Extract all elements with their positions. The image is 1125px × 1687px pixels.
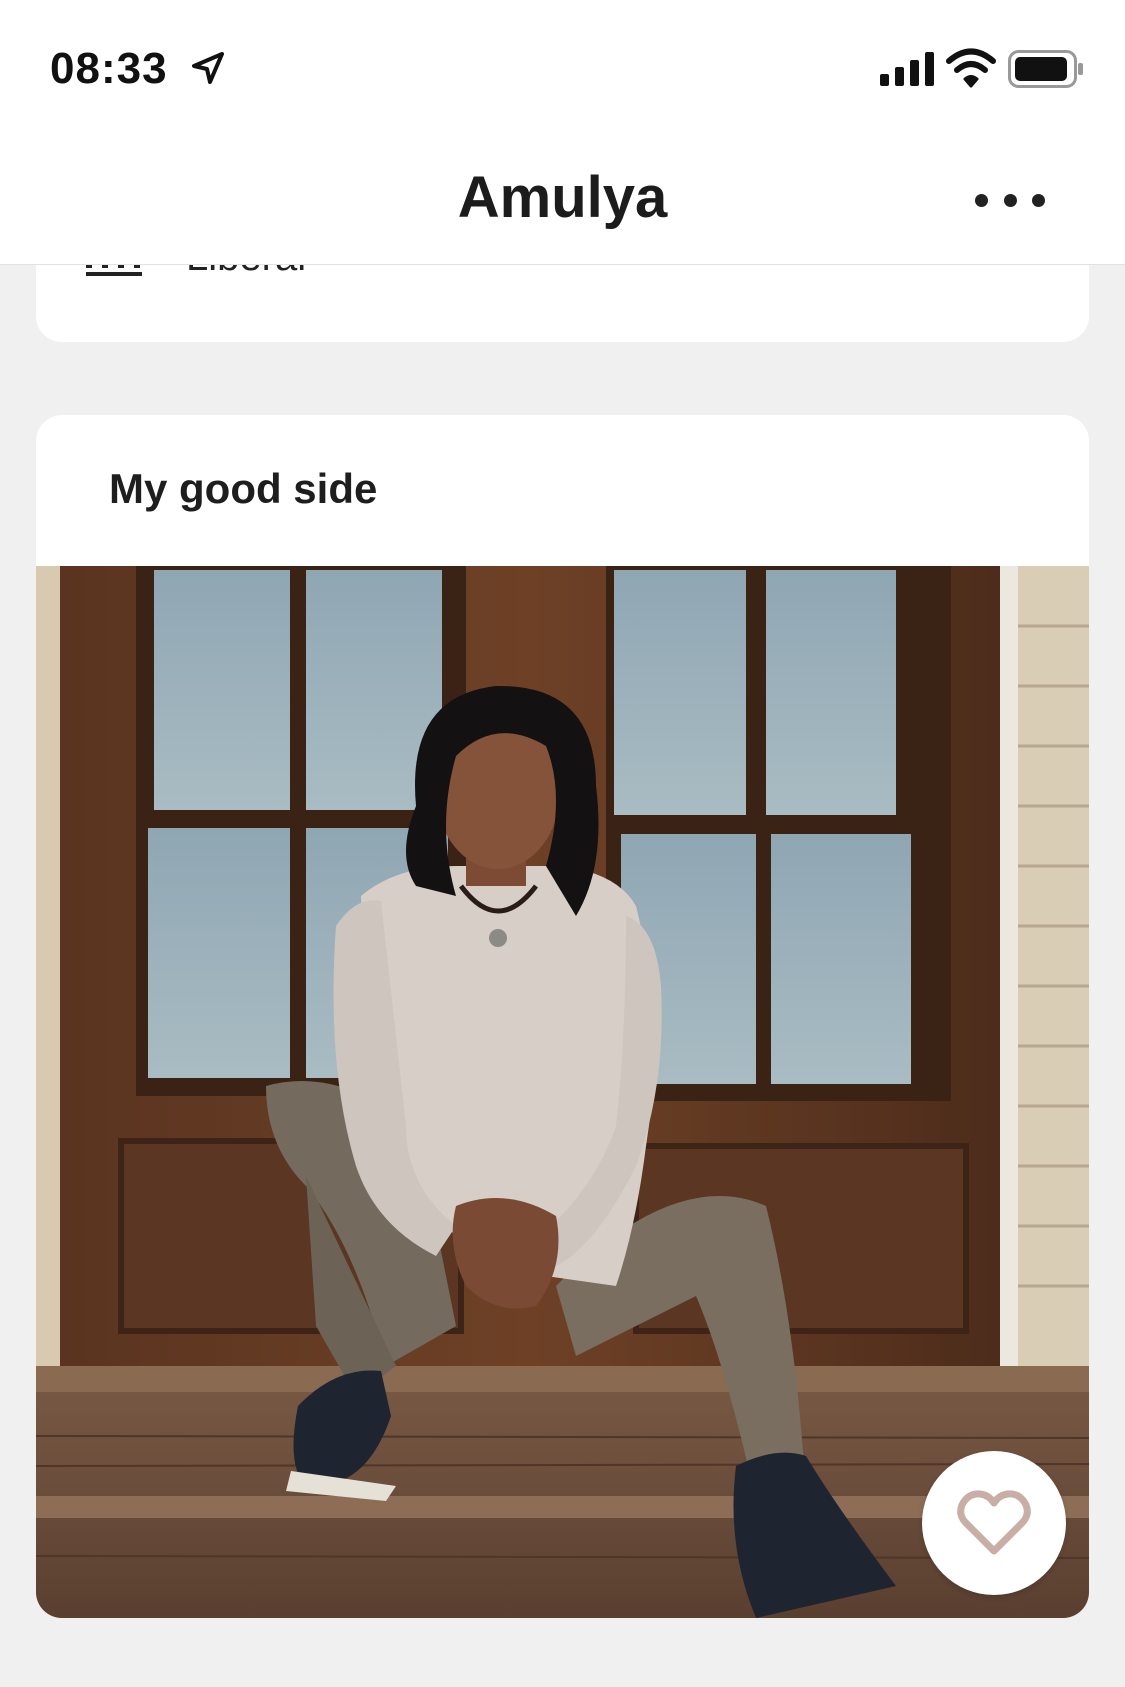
status-bar: 08:33: [0, 0, 1125, 134]
heart-icon: [957, 1490, 1031, 1555]
profile-photo[interactable]: [36, 566, 1089, 1618]
more-dot: [1003, 193, 1017, 207]
status-time: 08:33: [50, 44, 168, 93]
photo-prompt-label: My good side: [109, 465, 378, 512]
like-photo-button[interactable]: [922, 1451, 1066, 1595]
battery-icon: [1008, 50, 1083, 88]
more-dot: [975, 193, 988, 207]
profile-name-title: Amulya: [457, 165, 668, 230]
location-arrow-icon: [192, 52, 224, 84]
wifi-icon: [946, 48, 996, 88]
more-options-button[interactable]: [975, 175, 1045, 225]
nav-bar: Amulya: [0, 134, 1125, 265]
more-dot: [1032, 193, 1045, 207]
cellular-signal-icon: [880, 52, 934, 86]
photo-prompt-card: My good side: [36, 415, 1089, 1618]
